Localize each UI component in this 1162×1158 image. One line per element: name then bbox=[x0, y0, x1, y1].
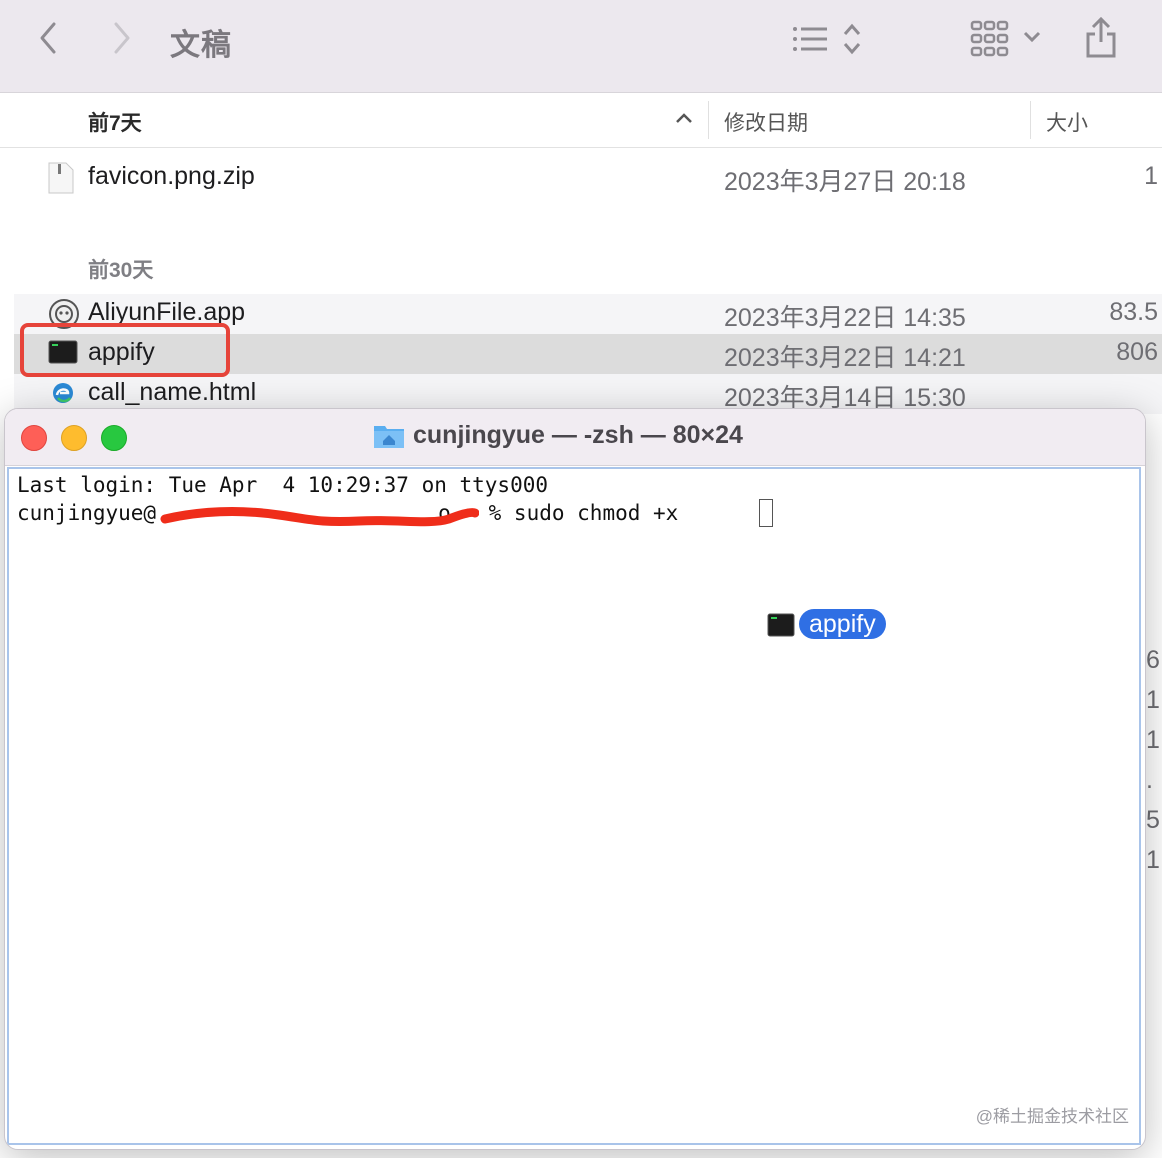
name-column-header[interactable]: 前7天 bbox=[88, 107, 142, 137]
terminal-exec-icon bbox=[767, 613, 795, 642]
size-column-header[interactable]: 大小 bbox=[1046, 107, 1088, 137]
file-size: 83.5 bbox=[1109, 298, 1158, 326]
partial-size: 1 bbox=[1146, 846, 1160, 874]
chevron-down-icon[interactable] bbox=[1022, 30, 1042, 49]
prompt-user: cunjingyue@ bbox=[17, 501, 157, 525]
text-cursor bbox=[759, 499, 773, 527]
terminal-content[interactable]: Last login: Tue Apr 4 10:29:37 on ttys00… bbox=[7, 467, 1141, 1145]
partial-size: 5 bbox=[1146, 806, 1160, 834]
finder-toolbar: 文稿 bbox=[0, 0, 1162, 93]
column-header: 前7天 修改日期 大小 bbox=[0, 93, 1162, 148]
zip-file-icon bbox=[48, 162, 74, 199]
close-button[interactable] bbox=[21, 425, 47, 451]
file-size: 1 bbox=[1144, 162, 1158, 190]
partial-size: 6 bbox=[1146, 646, 1160, 674]
file-date: 2023年3月22日 14:21 bbox=[724, 344, 966, 372]
file-name: call_name.html bbox=[88, 378, 257, 406]
icon-grid-view-icon[interactable] bbox=[970, 20, 1010, 63]
file-row[interactable]: favicon.png.zip 2023年3月27日 20:18 1 bbox=[14, 158, 1162, 198]
terminal-window[interactable]: cunjingyue — -zsh — 80×24 Last login: Tu… bbox=[4, 408, 1146, 1150]
redaction-scribble bbox=[159, 503, 480, 538]
file-size: 806 bbox=[1116, 338, 1158, 366]
column-divider[interactable] bbox=[708, 101, 709, 139]
dragged-file-label: appify bbox=[799, 609, 886, 639]
file-date: 2023年3月27日 20:18 bbox=[724, 168, 966, 196]
folder-title: 文稿 bbox=[170, 29, 232, 62]
sort-chevrons-icon[interactable] bbox=[842, 22, 862, 61]
terminal-line-login: Last login: Tue Apr 4 10:29:37 on ttys00… bbox=[17, 473, 549, 497]
partial-size: 1 bbox=[1146, 686, 1160, 714]
partial-size: . bbox=[1146, 766, 1153, 794]
sort-ascending-icon[interactable] bbox=[674, 111, 694, 130]
back-chevron-icon[interactable] bbox=[34, 18, 64, 63]
terminal-title: cunjingyue — -zsh — 80×24 bbox=[413, 421, 743, 449]
share-icon[interactable] bbox=[1084, 16, 1118, 65]
annotation-highlight-box bbox=[20, 323, 230, 377]
list-view-icon[interactable] bbox=[790, 24, 830, 59]
zoom-button[interactable] bbox=[101, 425, 127, 451]
minimize-button[interactable] bbox=[61, 425, 87, 451]
file-date: 2023年3月22日 14:35 bbox=[724, 304, 966, 332]
partial-size-column: 6 1 1 . 5 1 bbox=[1146, 640, 1160, 880]
group-label-30-days: 前30天 bbox=[88, 259, 154, 282]
forward-chevron-icon[interactable] bbox=[106, 18, 136, 63]
watermark: @稀土掘金技术社区 bbox=[975, 1107, 1129, 1126]
file-name: favicon.png.zip bbox=[88, 162, 255, 190]
terminal-titlebar[interactable]: cunjingyue — -zsh — 80×24 bbox=[5, 409, 1145, 466]
partial-size: 1 bbox=[1146, 726, 1160, 754]
column-divider[interactable] bbox=[1030, 101, 1031, 139]
date-column-header[interactable]: 修改日期 bbox=[724, 107, 808, 137]
home-folder-icon bbox=[373, 421, 405, 454]
